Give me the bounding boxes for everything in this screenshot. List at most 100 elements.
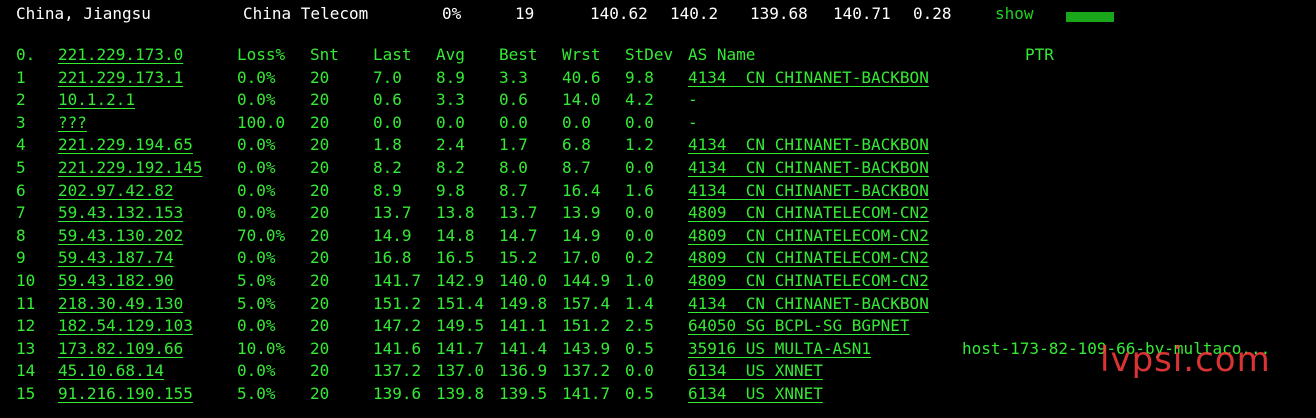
summary-bar: China, Jiangsu China Telecom 0% 19 140.6… <box>0 0 1316 28</box>
hop-host-link[interactable]: 59.43.182.90 <box>58 270 174 292</box>
hop-as-name[interactable]: 64050 SG BCPL-SG BGPNET <box>688 315 910 337</box>
hop-loss: 0.0% <box>237 135 276 155</box>
hop-last: 8.9 <box>373 180 402 200</box>
hop-best: 8.7 <box>499 180 528 200</box>
hop-worst: 13.9 <box>562 203 601 223</box>
hop-host-link[interactable]: 173.82.109.66 <box>58 338 183 360</box>
hop-best: 14.7 <box>499 225 538 245</box>
header-stdev: StDev <box>625 45 674 64</box>
summary-location: China, Jiangsu <box>16 4 151 23</box>
hop-host-link[interactable]: 10.1.2.1 <box>58 89 135 111</box>
hop-index: 12 <box>16 316 36 336</box>
hop-index: 10 <box>16 271 36 290</box>
hop-stdev: 0.0 <box>625 158 654 177</box>
hop-as-name[interactable]: 4809 CN CHINATELECOM-CN2 <box>688 202 929 224</box>
hop-as-name[interactable]: 6134 US XNNET <box>688 360 823 382</box>
table-row: 4 221.229.194.65 0.0% 20 1.8 2.4 1.7 6.8 1.2 4134… <box>0 134 1316 156</box>
hop-as-name[interactable]: 4134 CN CHINANET-BACKBON <box>688 157 929 179</box>
hop-loss: 70.0% <box>237 225 286 245</box>
hop-stdev: 0.0 <box>625 112 654 132</box>
header-host[interactable]: 221.229.173.0 <box>58 44 183 66</box>
table-row: 10 59.43.182.90 5.0% 20 141.7 142.9 140.0 144.9… <box>0 270 1316 292</box>
hop-host-link[interactable]: ??? <box>58 112 87 134</box>
hop-sent: 20 <box>310 384 330 403</box>
hop-host-link[interactable]: 221.229.173.1 <box>58 67 183 89</box>
hop-host-link[interactable]: 59.43.130.202 <box>58 225 183 247</box>
hop-avg: 137.0 <box>436 361 485 381</box>
hop-worst: 40.6 <box>562 67 601 87</box>
hop-avg: 149.5 <box>436 316 485 336</box>
hop-host-link[interactable]: 59.43.132.153 <box>58 202 183 224</box>
hop-index: 14 <box>16 361 36 381</box>
hop-host-link[interactable]: 182.54.129.103 <box>58 315 193 337</box>
header-idx: 0. <box>16 45 36 64</box>
hop-avg: 8.2 <box>436 158 465 177</box>
hop-as-name[interactable]: 6134 US XNNET <box>688 383 823 405</box>
hop-loss: 0.0% <box>237 361 276 381</box>
header-avg: Avg <box>436 45 465 64</box>
hop-sent: 20 <box>310 135 330 155</box>
hop-worst: 151.2 <box>562 316 611 336</box>
table-row: 11 218.30.49.130 5.0% 20 151.2 151.4 149.8 157.… <box>0 293 1316 315</box>
hop-last: 0.6 <box>373 90 402 110</box>
hop-sent: 20 <box>310 338 330 358</box>
hop-index: 11 <box>16 293 36 313</box>
hop-last: 8.2 <box>373 158 402 177</box>
hop-as-name[interactable]: 4134 CN CHINANET-BACKBON <box>688 67 929 89</box>
hop-best: 136.9 <box>499 361 548 381</box>
hop-as-name[interactable]: 4134 CN CHINANET-BACKBON <box>688 134 929 156</box>
hop-sent: 20 <box>310 293 330 313</box>
hop-as-name: - <box>688 112 698 132</box>
show-link[interactable]: show <box>995 4 1034 23</box>
summary-avg: 139.68 <box>750 4 808 23</box>
hop-worst: 143.9 <box>562 338 611 358</box>
hop-last: 16.8 <box>373 248 412 268</box>
table-row: 12 182.54.129.103 0.0% 20 147.2 149.5 141.1 151… <box>0 315 1316 337</box>
hop-index: 6 <box>16 180 26 200</box>
hop-as-name[interactable]: 35916 US MULTA-ASN1 <box>688 338 871 360</box>
hop-loss: 0.0% <box>237 67 276 87</box>
hop-last: 151.2 <box>373 293 422 313</box>
hop-loss: 100.0 <box>237 112 286 132</box>
hop-best: 8.0 <box>499 158 528 177</box>
hop-avg: 9.8 <box>436 180 465 200</box>
hop-host-link[interactable]: 221.229.194.65 <box>58 134 193 156</box>
hop-worst: 144.9 <box>562 271 611 290</box>
hop-stdev: 9.8 <box>625 67 654 87</box>
hop-loss: 0.0% <box>237 158 276 177</box>
table-row: 1 221.229.173.1 0.0% 20 7.0 8.9 3.3 40.6 9.8 4134… <box>0 67 1316 89</box>
hop-as-name[interactable]: 4809 CN CHINATELECOM-CN2 <box>688 247 929 269</box>
hop-as-name[interactable]: 4809 CN CHINATELECOM-CN2 <box>688 270 929 292</box>
hop-as-name[interactable]: 4134 CN CHINANET-BACKBON <box>688 180 929 202</box>
hop-sent: 20 <box>310 112 330 132</box>
hop-stdev: 0.0 <box>625 361 654 381</box>
latency-bar <box>1066 12 1114 22</box>
hop-as-name[interactable]: 4809 CN CHINATELECOM-CN2 <box>688 225 929 247</box>
table-row: 5 221.229.192.145 0.0% 20 8.2 8.2 8.0 8.7 0.0 413… <box>0 157 1316 179</box>
hop-host-link[interactable]: 59.43.187.74 <box>58 247 174 269</box>
hop-last: 147.2 <box>373 316 422 336</box>
hop-host-link[interactable]: 202.97.42.82 <box>58 180 174 202</box>
hop-last: 137.2 <box>373 361 422 381</box>
watermark: lvpsi.com <box>1100 340 1271 380</box>
hop-stdev: 0.0 <box>625 225 654 245</box>
hop-as-name[interactable]: 4134 CN CHINANET-BACKBON <box>688 293 929 315</box>
hop-sent: 20 <box>310 180 330 200</box>
hop-avg: 14.8 <box>436 225 475 245</box>
hop-sent: 20 <box>310 271 330 290</box>
hop-worst: 17.0 <box>562 248 601 268</box>
header-ptr: PTR <box>1025 45 1054 64</box>
hop-sent: 20 <box>310 248 330 268</box>
hop-host-link[interactable]: 218.30.49.130 <box>58 293 183 315</box>
hop-best: 13.7 <box>499 203 538 223</box>
header-as: AS Name <box>688 45 756 64</box>
hop-host-link[interactable]: 221.229.192.145 <box>58 157 203 179</box>
hop-avg: 0.0 <box>436 112 465 132</box>
hop-worst: 137.2 <box>562 361 611 381</box>
hop-host-link[interactable]: 91.216.190.155 <box>58 383 193 405</box>
hop-last: 141.7 <box>373 271 422 290</box>
hop-host-link[interactable]: 45.10.68.14 <box>58 360 164 382</box>
hop-loss: 5.0% <box>237 384 276 403</box>
header-last: Last <box>373 45 412 64</box>
hop-loss: 0.0% <box>237 248 276 268</box>
